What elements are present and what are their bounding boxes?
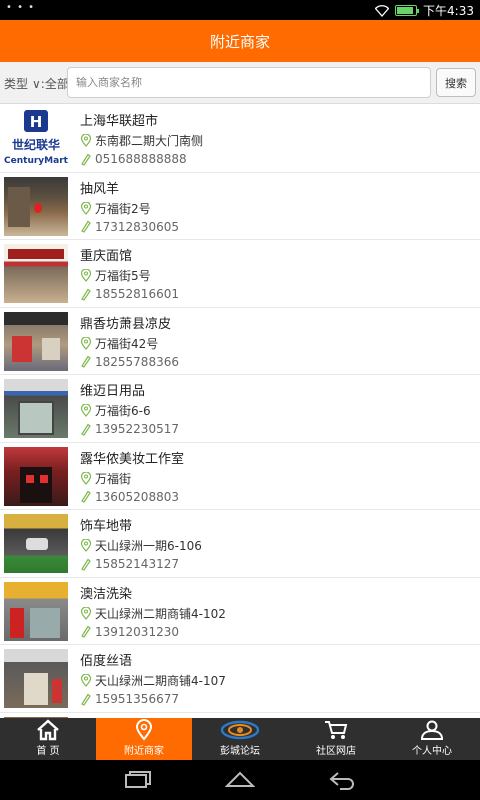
merchant-row[interactable]: 抽风羊 万福街2号 17312830605 bbox=[0, 172, 480, 240]
merchant-row[interactable]: 鼎香坊萧县凉皮 万福街42号 18255788366 bbox=[0, 307, 480, 375]
tab-label: 个人中心 bbox=[412, 746, 452, 757]
merchant-name: 维迈日用品 bbox=[80, 384, 146, 399]
merchant-name: 澳洁洗染 bbox=[80, 586, 133, 602]
tab-profile[interactable]: 个人中心 bbox=[384, 718, 480, 760]
wifi-icon bbox=[375, 4, 390, 17]
merchant-phone[interactable]: 18255788366 bbox=[95, 355, 179, 369]
merchant-address: 万福街 bbox=[95, 471, 132, 486]
location-pin-icon bbox=[80, 606, 92, 620]
phone-icon bbox=[81, 288, 91, 301]
tab-label: 彭城论坛 bbox=[220, 746, 260, 757]
merchant-phone[interactable]: 18552816601 bbox=[95, 287, 179, 301]
merchant-name: 上海华联超市 bbox=[80, 114, 159, 129]
tab-label: 首 页 bbox=[36, 746, 60, 757]
merchant-list[interactable]: H 世纪联华 CenturyMart 上海华联超市 东南郡二期大门南侧 0516… bbox=[0, 105, 480, 718]
phone-icon bbox=[81, 153, 91, 166]
merchant-address: 天山绿洲二期商铺4-102 bbox=[95, 606, 226, 621]
merchant-row[interactable]: H 世纪联华 CenturyMart 上海华联超市 东南郡二期大门南侧 0516… bbox=[0, 105, 480, 173]
merchant-phone[interactable]: 051688888888 bbox=[95, 152, 187, 166]
tab-label: 附近商家 bbox=[124, 746, 164, 757]
merchant-row[interactable]: 维迈日用品 万福街6-6 13952230517 bbox=[0, 375, 480, 443]
forum-logo-icon bbox=[220, 720, 260, 740]
location-pin-icon bbox=[80, 134, 92, 147]
status-bar: • • • 下午4:33 bbox=[0, 0, 480, 20]
merchant-name: 重庆面馆 bbox=[80, 249, 133, 264]
phone-icon bbox=[81, 558, 91, 571]
location-pin-icon bbox=[80, 539, 92, 552]
merchant-name: 抽风羊 bbox=[80, 181, 120, 197]
merchant-address: 万福街6-6 bbox=[95, 404, 151, 418]
merchant-address: 东南郡二期大门南侧 bbox=[95, 134, 204, 148]
location-pin-icon bbox=[80, 471, 92, 485]
notification-dots: • • • bbox=[6, 2, 36, 13]
type-select[interactable]: ∨:全部 bbox=[32, 75, 69, 92]
merchant-row[interactable]: 佰度丝语 天山绿洲二期商铺4-107 15951356677 bbox=[0, 645, 480, 713]
merchant-logo: H 世纪联华 CenturyMart bbox=[4, 109, 68, 168]
merchant-address: 天山绿洲二期商铺4-107 bbox=[95, 674, 226, 688]
merchant-name: 饰车地带 bbox=[80, 519, 133, 534]
search-input[interactable] bbox=[67, 67, 431, 98]
merchant-photo bbox=[4, 446, 68, 506]
tab-shop[interactable]: 社区网店 bbox=[288, 718, 384, 760]
svg-text:H: H bbox=[30, 113, 43, 131]
location-pin-icon bbox=[80, 404, 92, 417]
merchant-photo bbox=[4, 379, 68, 438]
merchant-phone[interactable]: 15852143127 bbox=[95, 557, 179, 571]
merchant-photo bbox=[4, 311, 68, 371]
merchant-name: 露华侬美妆工作室 bbox=[80, 451, 185, 467]
tab-home[interactable]: 首 页 bbox=[0, 718, 96, 760]
merchant-phone[interactable]: 13605208803 bbox=[95, 490, 179, 504]
user-icon bbox=[420, 720, 444, 740]
logo-english-text: CenturyMart bbox=[4, 156, 68, 166]
merchant-name: 佰度丝语 bbox=[80, 654, 133, 669]
merchant-photo bbox=[4, 244, 68, 303]
merchant-address: 万福街5号 bbox=[95, 269, 151, 283]
location-pin-icon bbox=[80, 201, 92, 215]
search-button[interactable]: 搜索 bbox=[436, 68, 476, 97]
type-label: 类型 bbox=[4, 77, 29, 91]
tab-nearby[interactable]: 附近商家 bbox=[96, 718, 192, 760]
back-icon[interactable] bbox=[328, 770, 358, 790]
search-bar: 类型 ∨:全部 搜索 bbox=[0, 62, 480, 104]
home-button-icon[interactable] bbox=[225, 770, 255, 790]
home-icon bbox=[37, 719, 59, 741]
cart-icon bbox=[325, 721, 348, 739]
page-title: 附近商家 bbox=[209, 32, 270, 51]
phone-icon bbox=[81, 220, 91, 233]
tab-label: 社区网店 bbox=[316, 746, 356, 757]
location-icon bbox=[135, 719, 153, 741]
merchant-row[interactable]: 饰车地带 天山绿洲一期6-106 15852143127 bbox=[0, 510, 480, 578]
merchant-photo bbox=[4, 176, 68, 236]
tab-forum[interactable]: 彭城论坛 bbox=[192, 718, 288, 760]
merchant-name: 鼎香坊萧县凉皮 bbox=[80, 316, 172, 332]
phone-icon bbox=[81, 625, 91, 638]
phone-icon bbox=[81, 423, 91, 436]
phone-icon bbox=[81, 490, 91, 503]
location-pin-icon bbox=[80, 336, 92, 350]
merchant-address: 万福街2号 bbox=[95, 201, 151, 216]
merchant-phone[interactable]: 15951356677 bbox=[95, 692, 179, 706]
merchant-address: 万福街42号 bbox=[95, 336, 159, 351]
phone-icon bbox=[81, 355, 91, 368]
merchant-address: 天山绿洲一期6-106 bbox=[95, 539, 202, 553]
merchant-photo bbox=[4, 581, 68, 641]
app-header: 附近商家 bbox=[0, 20, 480, 62]
merchant-photo bbox=[4, 514, 68, 573]
merchant-row[interactable]: 露华侬美妆工作室 万福街 13605208803 bbox=[0, 442, 480, 510]
merchant-row[interactable]: 重庆面馆 万福街5号 18552816601 bbox=[0, 240, 480, 308]
recent-apps-icon[interactable] bbox=[122, 770, 152, 790]
clock: 下午4:33 bbox=[423, 4, 474, 18]
location-pin-icon bbox=[80, 269, 92, 282]
location-pin-icon bbox=[80, 674, 92, 687]
battery-icon bbox=[395, 5, 420, 16]
merchant-phone[interactable]: 13952230517 bbox=[95, 422, 179, 436]
merchant-phone[interactable]: 17312830605 bbox=[95, 220, 179, 234]
merchant-phone[interactable]: 13912031230 bbox=[95, 625, 179, 639]
phone-icon bbox=[81, 693, 91, 706]
logo-chinese-text: 世纪联华 bbox=[12, 137, 60, 152]
merchant-photo bbox=[4, 649, 68, 708]
bottom-nav: 首 页 附近商家 彭城论坛 社区网店 个人中心 bbox=[0, 718, 480, 760]
merchant-row[interactable]: 澳洁洗染 天山绿洲二期商铺4-102 13912031230 bbox=[0, 577, 480, 645]
system-nav-bar bbox=[0, 760, 480, 800]
